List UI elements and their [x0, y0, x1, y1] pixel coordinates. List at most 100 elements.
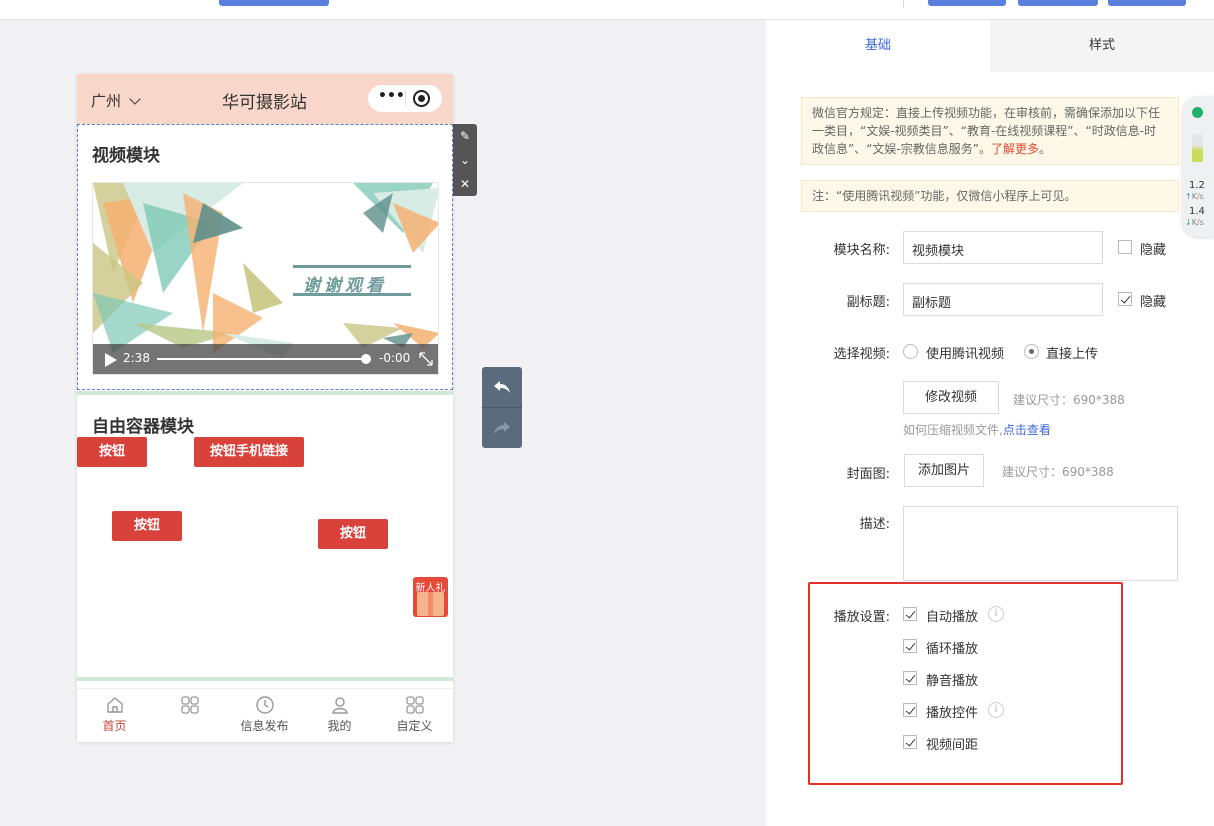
progress-bar[interactable] — [157, 358, 367, 360]
undo-button[interactable] — [482, 367, 522, 407]
status-dot-icon — [1192, 107, 1203, 118]
tab-mine[interactable]: 我的 — [302, 695, 377, 734]
controls-checkbox[interactable] — [903, 703, 917, 717]
info-icon[interactable]: i — [988, 606, 1004, 622]
tab-style[interactable]: 样式 — [990, 20, 1214, 72]
upload-unit-label: K/s — [1191, 192, 1204, 201]
tab-basic[interactable]: 基础 — [766, 20, 990, 72]
free-module-title: 自由容器模块 — [92, 417, 194, 437]
play-icon[interactable] — [105, 353, 117, 367]
toolbar-button-3[interactable] — [1108, 0, 1186, 6]
phone-link-button[interactable]: 按钮手机链接 — [194, 437, 304, 467]
tencent-notice: 注：“使用腾讯视频”功能，仅微信小程序上可见。 — [801, 180, 1179, 212]
user-icon — [331, 697, 348, 714]
redo-icon — [494, 422, 510, 434]
autoplay-label: 自动播放 — [926, 610, 979, 625]
arrow-up-icon: ↑ — [1185, 192, 1192, 201]
fullscreen-icon[interactable] — [418, 351, 434, 367]
free-container-module[interactable]: 自由容器模块 按钮 按钮手机链接 按钮 按钮 — [77, 396, 453, 676]
tab-publish[interactable]: 信息发布 — [227, 695, 302, 734]
free-button-3[interactable]: 按钮 — [318, 519, 388, 549]
toolbar-button-left[interactable] — [219, 0, 329, 6]
history-controls — [482, 367, 522, 448]
download-speed: 1.4 — [1189, 206, 1205, 217]
capsule-divider — [405, 91, 406, 106]
chevron-down-icon[interactable]: ⌄ — [453, 148, 477, 172]
phone-preview: 广州 华可摄影站 ••• 视频模块 谢谢观看 2:38 -0:00 自由容器模块… — [77, 74, 453, 742]
toolbar-button-2[interactable] — [1018, 0, 1098, 6]
radio-tencent[interactable] — [903, 344, 918, 359]
video-size-hint: 建议尺寸：690*388 — [1013, 393, 1125, 407]
muted-checkbox[interactable] — [903, 671, 917, 685]
description-label: 描述: — [859, 517, 890, 532]
more-icon[interactable]: ••• — [378, 88, 405, 104]
tab-home-label: 首页 — [102, 719, 127, 733]
load-bar — [1192, 134, 1203, 162]
video-spacing-label: 视频间距 — [926, 738, 979, 753]
miniprogram-capsule: ••• — [368, 85, 442, 112]
loop-checkbox[interactable] — [903, 639, 917, 653]
compress-link[interactable]: 点击查看 — [1003, 423, 1051, 437]
wechat-notice: 微信官方规定：直接上传视频功能，在审核前，需确保添加以下任一类目，“文娱-视频类… — [801, 97, 1179, 165]
tab-custom[interactable]: 自定义 — [377, 695, 452, 734]
remaining-time: -0:00 — [379, 351, 411, 365]
modify-video-button[interactable]: 修改视频 — [903, 381, 999, 414]
radio-tencent-label: 使用腾讯视频 — [926, 347, 1005, 362]
clock-icon — [255, 696, 274, 714]
toolbar-button-1[interactable] — [928, 0, 1006, 6]
gift-icon — [417, 592, 444, 616]
network-speed-widget[interactable]: 1.2 ↑K/s 1.4 ↓K/s — [1182, 96, 1214, 237]
controls-label: 播放控件 — [926, 706, 979, 721]
cover-size-hint: 建议尺寸：690*388 — [1002, 465, 1114, 479]
subtitle-input[interactable]: 副标题 — [903, 283, 1103, 316]
module-name-input[interactable]: 视频模块 — [903, 231, 1103, 264]
add-image-button[interactable]: 添加图片 — [904, 454, 984, 487]
video-controls: 2:38 -0:00 — [93, 344, 438, 374]
current-time: 2:38 — [123, 351, 150, 365]
download-unit-label: K/s — [1191, 218, 1204, 227]
autoplay-checkbox[interactable] — [903, 607, 917, 621]
home-icon — [106, 697, 123, 713]
radio-upload[interactable] — [1024, 344, 1039, 359]
loop-label: 循环播放 — [926, 642, 979, 657]
download-speed-unit: ↓K/s — [1185, 218, 1204, 227]
video-player[interactable]: 谢谢观看 2:38 -0:00 — [92, 182, 439, 375]
video-spacing-checkbox[interactable] — [903, 735, 917, 749]
toolbar-divider — [903, 0, 904, 8]
info-icon[interactable]: i — [988, 702, 1004, 718]
radio-upload-label: 直接上传 — [1046, 347, 1099, 362]
new-user-gift[interactable]: 新人礼 — [413, 577, 448, 617]
page-title: 华可摄影站 — [222, 93, 307, 113]
close-target-icon[interactable] — [413, 90, 430, 107]
upload-speed-unit: ↑K/s — [1185, 192, 1204, 201]
tab-grid[interactable] — [152, 695, 227, 717]
notice-text: 微信官方规定：直接上传视频功能，在审核前，需确保添加以下任一类目，“文娱-视频类… — [812, 106, 1161, 156]
phone-tabbar: 首页 信息发布 我的 自定义 — [77, 688, 453, 742]
compress-hint: 如何压缩视频文件,点击查看 — [903, 421, 1051, 438]
panel-tabs: 基础 样式 — [766, 20, 1214, 72]
progress-knob[interactable] — [361, 354, 371, 364]
free-button-1[interactable]: 按钮 — [77, 437, 147, 467]
tab-home[interactable]: 首页 — [77, 695, 152, 734]
subtitle-label: 副标题: — [846, 295, 890, 310]
module-divider — [77, 391, 453, 395]
edit-icon[interactable]: ✎ — [453, 124, 477, 148]
redo-button[interactable] — [482, 408, 522, 448]
notice-end: 。 — [1039, 142, 1052, 156]
learn-more-link[interactable]: 了解更多 — [991, 142, 1039, 156]
hide-subtitle-checkbox[interactable] — [1118, 292, 1132, 306]
video-module[interactable]: 视频模块 谢谢观看 2:38 -0:00 — [77, 124, 453, 390]
video-module-title: 视频模块 — [92, 146, 160, 166]
close-icon[interactable]: ✕ — [453, 172, 477, 196]
city-selector[interactable]: 广州 — [91, 90, 141, 111]
module-divider-bottom — [77, 677, 453, 681]
muted-label: 静音播放 — [926, 674, 979, 689]
tab-mine-label: 我的 — [327, 719, 352, 733]
grid-icon — [405, 696, 424, 714]
select-video-label: 选择视频: — [833, 347, 890, 362]
description-textarea[interactable] — [903, 506, 1178, 581]
phone-header: 广州 华可摄影站 ••• — [77, 74, 453, 124]
hide-title-checkbox[interactable] — [1118, 240, 1132, 254]
grid-icon — [180, 696, 199, 714]
free-button-2[interactable]: 按钮 — [112, 511, 182, 541]
